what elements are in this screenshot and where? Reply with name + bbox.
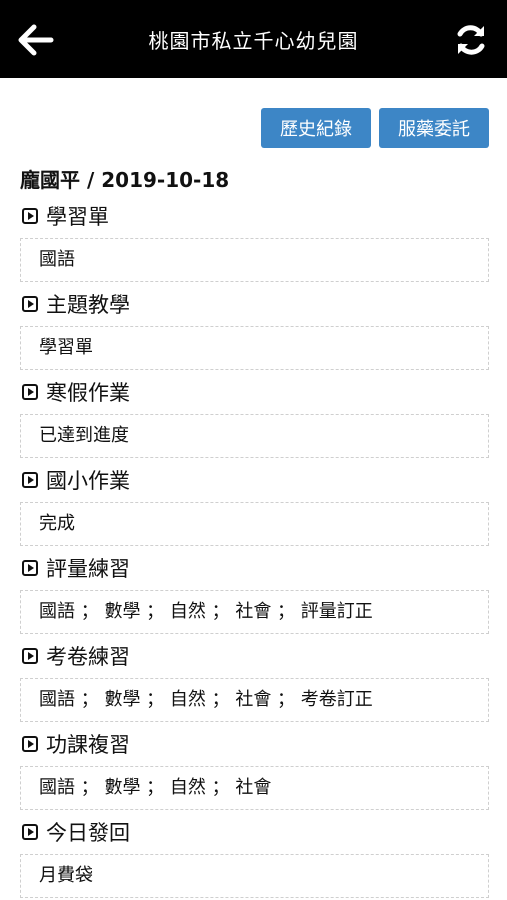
section-header[interactable]: 寒假作業 <box>22 370 489 414</box>
section-header[interactable]: 功課複習 <box>22 722 489 766</box>
section-worksheet: 學習單 國語 <box>20 194 489 282</box>
section-winter-homework: 寒假作業 已達到進度 <box>20 370 489 458</box>
section-elementary-homework: 國小作業 完成 <box>20 458 489 546</box>
arrow-left-icon[interactable] <box>18 24 54 56</box>
section-title: 寒假作業 <box>46 381 130 405</box>
action-bar: 歷史紀錄 服藥委託 <box>0 78 507 148</box>
section-header[interactable]: 主題教學 <box>22 282 489 326</box>
section-exam-practice: 考卷練習 國語 ； 數學 ； 自然 ； 社會 ； 考卷訂正 <box>20 634 489 722</box>
section-title: 今日發回 <box>46 821 130 845</box>
separator: / <box>80 168 102 192</box>
record-date: 2019-10-18 <box>101 168 230 192</box>
play-square-icon <box>22 648 38 664</box>
section-header[interactable]: 今日發回 <box>22 810 489 854</box>
section-header[interactable]: 國小作業 <box>22 458 489 502</box>
section-value: 已達到進度 <box>20 414 489 458</box>
section-header[interactable]: 考卷練習 <box>22 634 489 678</box>
section-value: 國語 ； 數學 ； 自然 ； 社會 ； 評量訂正 <box>20 590 489 634</box>
section-theme-teaching: 主題教學 學習單 <box>20 282 489 370</box>
history-button[interactable]: 歷史紀錄 <box>261 108 371 148</box>
play-square-icon <box>22 208 38 224</box>
student-date-header: 龐國平 / 2019-10-18 <box>20 166 507 194</box>
medication-button[interactable]: 服藥委託 <box>379 108 489 148</box>
section-value: 月費袋 <box>20 854 489 898</box>
section-title: 功課複習 <box>46 733 130 757</box>
section-returned-today: 今日發回 月費袋 <box>20 810 489 898</box>
section-header[interactable]: 評量練習 <box>22 546 489 590</box>
section-value: 國語 ； 數學 ； 自然 ； 社會 <box>20 766 489 810</box>
section-title: 國小作業 <box>46 469 130 493</box>
section-title: 考卷練習 <box>46 645 130 669</box>
section-homework-review: 功課複習 國語 ； 數學 ； 自然 ； 社會 <box>20 722 489 810</box>
play-square-icon <box>22 296 38 312</box>
section-value: 國語 <box>20 238 489 282</box>
section-assessment-practice: 評量練習 國語 ； 數學 ； 自然 ； 社會 ； 評量訂正 <box>20 546 489 634</box>
section-title: 主題教學 <box>46 293 130 317</box>
play-square-icon <box>22 384 38 400</box>
play-square-icon <box>22 560 38 576</box>
play-square-icon <box>22 472 38 488</box>
section-header[interactable]: 學習單 <box>22 194 489 238</box>
section-title: 評量練習 <box>46 557 130 581</box>
top-bar: 桃園市私立千心幼兒園 <box>0 0 507 78</box>
play-square-icon <box>22 736 38 752</box>
refresh-icon[interactable] <box>453 22 489 58</box>
page-title: 桃園市私立千心幼兒園 <box>148 28 359 53</box>
student-name: 龐國平 <box>20 168 80 192</box>
section-title: 學習單 <box>46 205 109 229</box>
play-square-icon <box>22 824 38 840</box>
section-value: 國語 ； 數學 ； 自然 ； 社會 ； 考卷訂正 <box>20 678 489 722</box>
section-value: 學習單 <box>20 326 489 370</box>
section-value: 完成 <box>20 502 489 546</box>
